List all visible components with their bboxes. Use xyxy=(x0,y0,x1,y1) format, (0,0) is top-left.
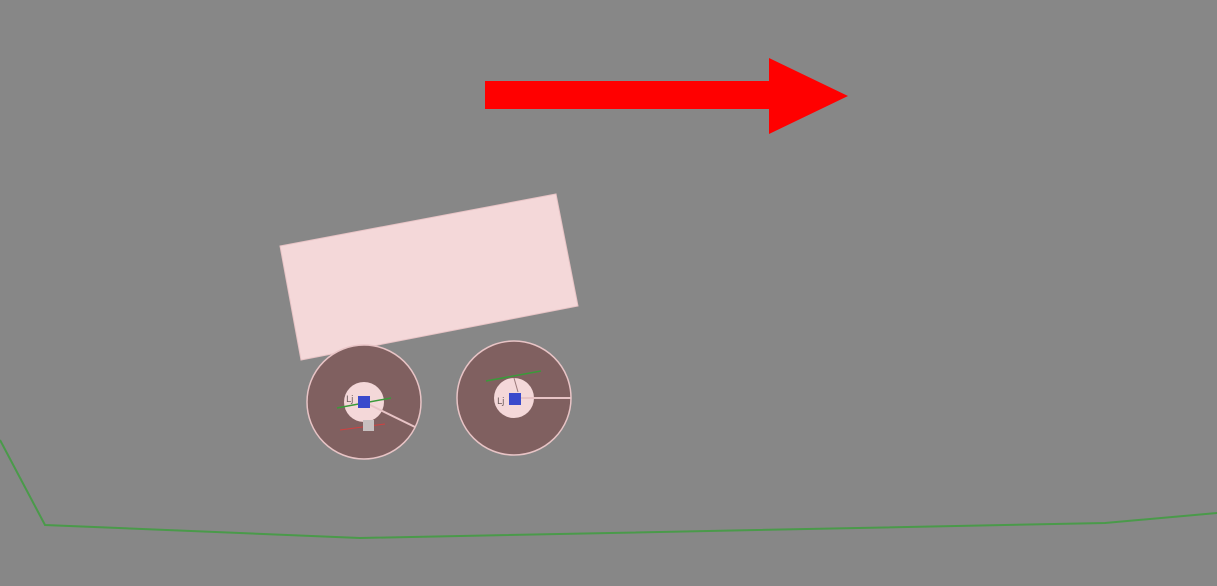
rear-wheel-label: Lj xyxy=(346,395,354,405)
vehicle-body xyxy=(279,193,579,361)
axle-marker-icon xyxy=(358,396,370,408)
front-wheel-label: Lj xyxy=(497,397,505,407)
direction-arrow xyxy=(485,58,848,134)
terrain-ground xyxy=(0,439,1217,540)
rear-wheel-bracket xyxy=(363,420,374,431)
axle-marker-icon xyxy=(509,393,521,405)
game-scene[interactable]: Lj Lj xyxy=(0,0,1217,586)
rear-wheel: Lj xyxy=(306,344,422,460)
front-wheel: Lj xyxy=(456,340,572,456)
